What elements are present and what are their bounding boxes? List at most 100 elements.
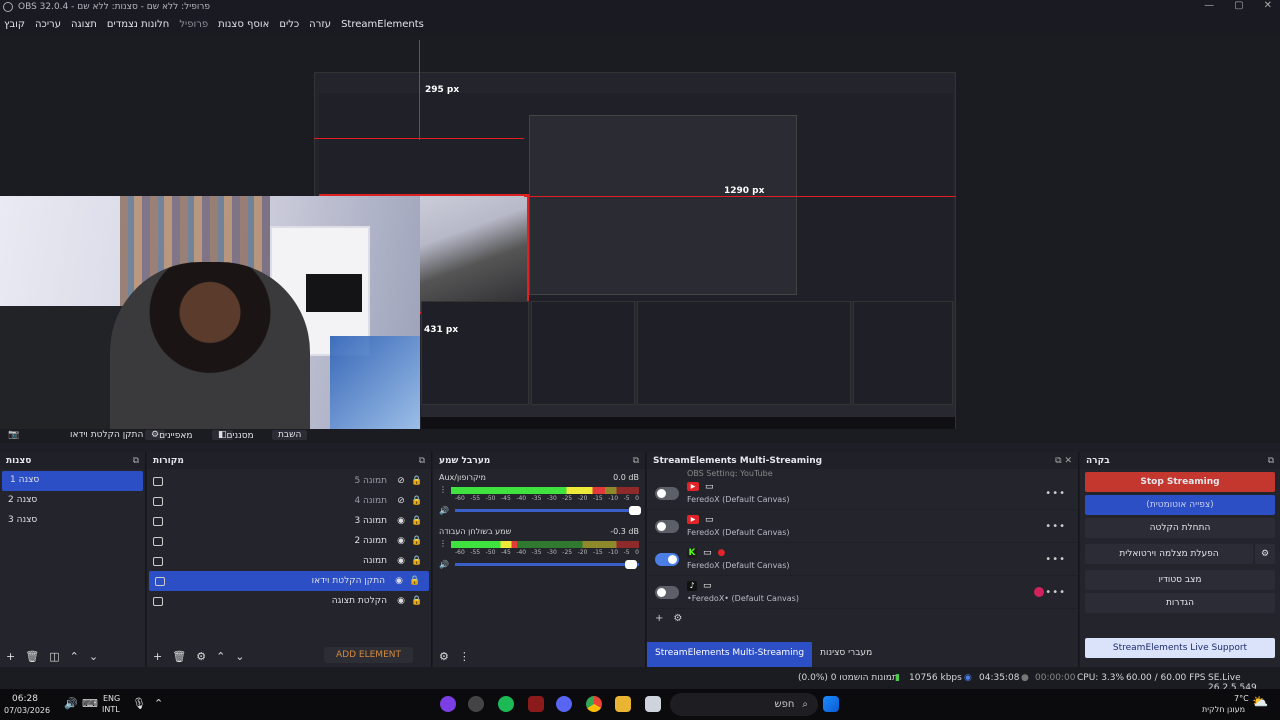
tab-scene-transitions[interactable]: מעברי סצינות: [812, 642, 880, 667]
channel-settings-icon[interactable]: ⋮: [439, 485, 447, 494]
volume-slider[interactable]: [454, 506, 641, 515]
lock-icon[interactable]: 🔒: [409, 556, 425, 566]
virtual-camera-settings-icon[interactable]: ⚙: [1255, 544, 1275, 564]
eye-icon[interactable]: ◉: [393, 516, 409, 526]
filters-button[interactable]: ◧ מסננים: [212, 430, 254, 441]
live-support-button[interactable]: StreamElements Live Support: [1085, 638, 1275, 658]
add-scene-icon[interactable]: +: [6, 650, 15, 663]
dock-float-icon[interactable]: ⧉: [633, 456, 639, 466]
weather-icon[interactable]: ⛅: [1252, 695, 1268, 710]
more-options-icon[interactable]: •••: [1045, 488, 1066, 499]
move-down-icon[interactable]: ⌄: [235, 650, 244, 663]
stop-streaming-button[interactable]: Stop Streaming: [1085, 472, 1275, 492]
more-options-icon[interactable]: •••: [1045, 554, 1066, 565]
file-explorer-icon[interactable]: [615, 696, 631, 712]
menu-file[interactable]: קובץ: [4, 19, 25, 30]
virtual-camera-button[interactable]: הפעלת מצלמה וירטואלית: [1085, 544, 1253, 564]
lang-secondary[interactable]: INTL: [102, 705, 120, 714]
source-item[interactable]: התקן הקלטת וידאו ◉ 🔒: [149, 571, 429, 591]
more-options-icon[interactable]: •••: [1045, 587, 1066, 598]
move-up-icon[interactable]: ⌃: [70, 650, 79, 663]
move-up-icon[interactable]: ⌃: [216, 650, 225, 663]
source-item[interactable]: תמונה 5 ⊘ 🔒: [147, 471, 431, 491]
chrome-icon[interactable]: [586, 696, 602, 712]
spotify-icon[interactable]: [498, 696, 514, 712]
scene-item[interactable]: סצנה 3: [0, 511, 145, 531]
menu-help[interactable]: עזרה: [309, 19, 331, 30]
lock-icon[interactable]: 🔒: [409, 516, 425, 526]
target-toggle[interactable]: [655, 519, 679, 533]
menu-docks[interactable]: חלונות נצמדים: [107, 19, 169, 30]
mixer-advanced-icon[interactable]: ⚙: [439, 650, 449, 663]
target-toggle[interactable]: [655, 552, 679, 566]
lang-primary[interactable]: ENG: [103, 694, 120, 703]
mixer-menu-icon[interactable]: ⋮: [459, 650, 470, 663]
source-item[interactable]: הקלטת תצוגה ◉ 🔒: [147, 591, 431, 611]
app-icon-red[interactable]: [528, 696, 544, 712]
remove-scene-icon[interactable]: 🗑: [25, 650, 39, 663]
lock-icon[interactable]: 🔒: [409, 536, 425, 546]
properties-button[interactable]: ⚙ מאפיינים: [145, 430, 192, 441]
taskbar-search[interactable]: חפש ⌕: [670, 693, 818, 716]
tray-expand-icon[interactable]: ⌃: [154, 697, 163, 710]
source-item[interactable]: תמונה ◉ 🔒: [147, 551, 431, 571]
eye-icon[interactable]: ◉: [393, 536, 409, 546]
add-element-button[interactable]: ADD ELEMENT: [324, 647, 413, 663]
target-toggle[interactable]: [655, 486, 679, 500]
remove-source-icon[interactable]: 🗑: [172, 650, 186, 663]
move-down-icon[interactable]: ⌄: [89, 650, 98, 663]
source-item[interactable]: תמונה 3 ◉ 🔒: [147, 511, 431, 531]
menu-view[interactable]: תצוגה: [71, 19, 97, 30]
windows-start-icon[interactable]: [823, 696, 839, 712]
dock-float-icon[interactable]: ⧉: [133, 456, 139, 466]
menu-streamelements[interactable]: StreamElements: [341, 19, 424, 30]
lock-icon[interactable]: 🔒: [409, 476, 425, 486]
network-tray-icon[interactable]: ⌨: [82, 697, 98, 710]
lock-icon[interactable]: 🔒: [409, 496, 425, 506]
task-view-icon[interactable]: [645, 696, 661, 712]
source-properties-icon[interactable]: ⚙: [196, 650, 206, 663]
webcam-source[interactable]: [0, 196, 420, 432]
scene-filters-icon[interactable]: ◫: [49, 650, 59, 663]
source-item[interactable]: תמונה 4 ⊘ 🔒: [147, 491, 431, 511]
menu-scene-collection[interactable]: אוסף סצנות: [218, 19, 269, 30]
scene-item[interactable]: סצנה 1: [2, 471, 143, 491]
speaker-icon[interactable]: 🔊: [439, 560, 449, 569]
speaker-tray-icon[interactable]: 🔊: [64, 697, 78, 710]
discord-icon[interactable]: [556, 696, 572, 712]
dock-float-close-icons[interactable]: ⧉ ✕: [1055, 456, 1072, 466]
menu-profile[interactable]: פרופיל: [179, 19, 208, 30]
eye-icon[interactable]: ◉: [391, 576, 407, 586]
settings-button[interactable]: הגדרות: [1085, 593, 1275, 613]
close-window-button[interactable]: ✕: [1264, 0, 1272, 11]
source-item[interactable]: תמונה 2 ◉ 🔒: [147, 531, 431, 551]
lock-icon[interactable]: 🔒: [409, 596, 425, 606]
start-recording-button[interactable]: התחלת הקלטה: [1085, 518, 1275, 538]
scene-item[interactable]: סצנה 2: [0, 491, 145, 511]
dock-float-icon[interactable]: ⧉: [419, 456, 425, 466]
menu-edit[interactable]: עריכה: [35, 19, 61, 30]
hidden-eye-icon[interactable]: ⊘: [393, 476, 409, 486]
minimize-button[interactable]: —: [1204, 0, 1214, 11]
app-icon-obs[interactable]: [440, 696, 456, 712]
deactivate-button[interactable]: השבת: [272, 430, 308, 440]
target-toggle[interactable]: [655, 585, 679, 599]
auto-mode-button[interactable]: (צפייה אוטומטית): [1085, 495, 1275, 515]
dock-float-icon[interactable]: ⧉: [1268, 456, 1274, 466]
more-options-icon[interactable]: •••: [1045, 521, 1066, 532]
eye-icon[interactable]: ◉: [393, 556, 409, 566]
add-source-icon[interactable]: +: [153, 650, 162, 663]
app-icon-tool[interactable]: [468, 696, 484, 712]
channel-settings-icon[interactable]: ⋮: [439, 539, 447, 548]
eye-icon[interactable]: ◉: [393, 596, 409, 606]
add-target-icon[interactable]: +: [655, 613, 663, 624]
tab-multistreaming[interactable]: StreamElements Multi-Streaming: [647, 642, 813, 667]
menu-tools[interactable]: כלים: [279, 19, 299, 30]
speaker-icon[interactable]: 🔊: [439, 506, 449, 515]
studio-mode-button[interactable]: מצב סטודיו: [1085, 570, 1275, 590]
maximize-button[interactable]: ▢: [1234, 0, 1243, 11]
volume-slider[interactable]: [454, 560, 639, 569]
warning-icon[interactable]: [1034, 587, 1044, 597]
lock-icon[interactable]: 🔒: [407, 576, 423, 586]
microphone-tray-icon[interactable]: 🎙: [132, 697, 146, 710]
